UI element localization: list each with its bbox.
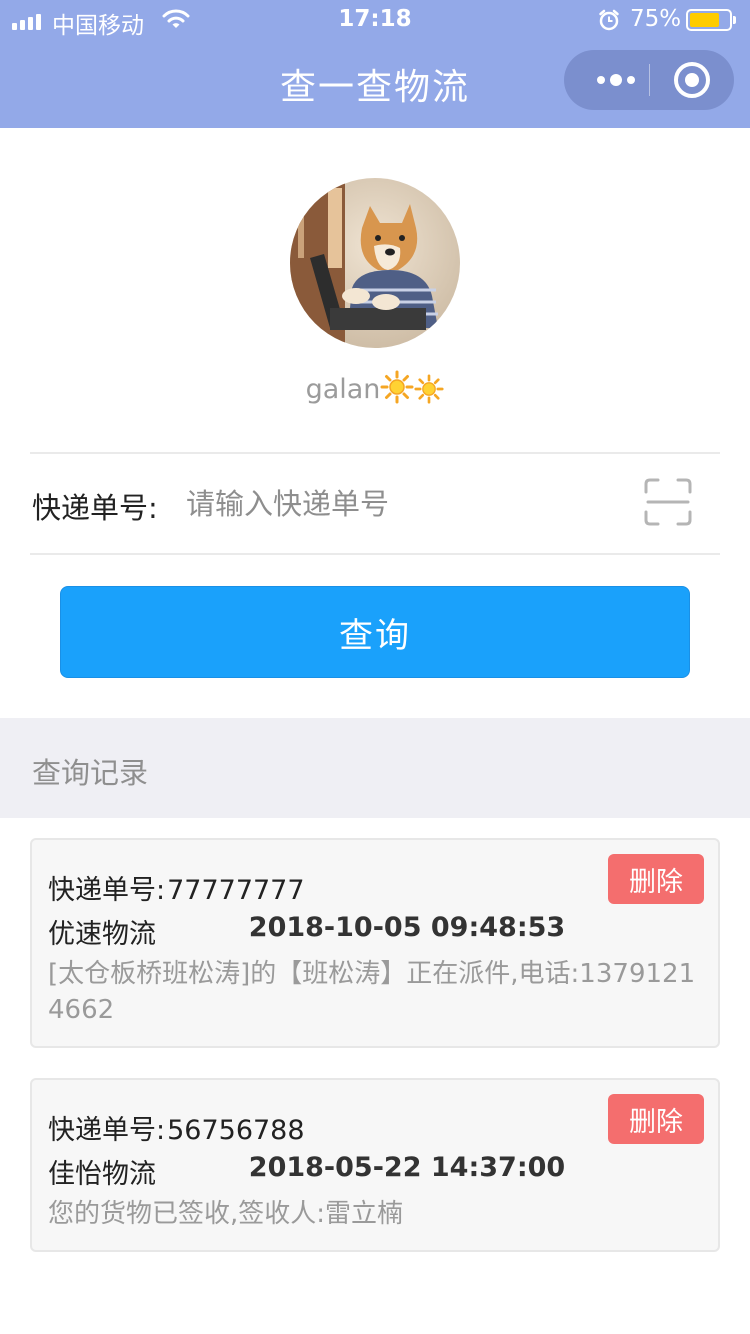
sun-icon xyxy=(380,370,414,404)
record-number-label: 快递单号: xyxy=(48,1115,166,1146)
nav-bar: 中国移动 17:18 75% 查一查物流 xyxy=(0,0,750,128)
record-time: 2018-10-05 09:48:53 xyxy=(248,912,566,943)
tracking-number-label: 快递单号: xyxy=(32,491,158,525)
delete-button[interactable]: 删除 xyxy=(608,1094,704,1144)
username: galan xyxy=(0,370,750,405)
history-title: 查询记录 xyxy=(32,756,149,790)
battery-icon xyxy=(686,9,736,31)
history-record-card[interactable]: 快递单号:56756788 删除 佳怡物流 2018-05-22 14:37:0… xyxy=(30,1078,720,1252)
miniprogram-capsule xyxy=(564,50,734,110)
avatar xyxy=(290,178,460,348)
record-number-value: 56756788 xyxy=(167,1115,305,1146)
more-dots-icon[interactable] xyxy=(586,50,646,110)
history-section-header: 查询记录 xyxy=(0,718,750,818)
divider xyxy=(30,452,720,454)
capsule-divider xyxy=(649,64,650,96)
record-time: 2018-05-22 14:37:00 xyxy=(248,1152,566,1183)
avatar-image xyxy=(290,178,460,348)
scan-icon[interactable] xyxy=(644,478,692,526)
history-record-card[interactable]: 快递单号:77777777 删除 优速物流 2018-10-05 09:48:5… xyxy=(30,838,720,1048)
record-number-label: 快递单号: xyxy=(48,875,166,906)
record-number: 快递单号:77777777 xyxy=(48,868,305,907)
battery-fill xyxy=(690,13,719,27)
tracking-number-input[interactable] xyxy=(186,478,616,530)
record-status: 您的货物已签收,签收人:雷立楠 xyxy=(48,1199,404,1229)
record-number-value: 77777777 xyxy=(167,875,305,906)
record-number: 快递单号:56756788 xyxy=(48,1108,305,1147)
battery-percentage: 75% xyxy=(630,6,682,32)
status-bar: 中国移动 17:18 75% xyxy=(0,0,750,40)
divider xyxy=(30,553,720,555)
alarm-icon xyxy=(599,9,619,31)
username-text: galan xyxy=(305,374,381,405)
sun-icon xyxy=(414,374,444,404)
delete-button[interactable]: 删除 xyxy=(608,854,704,904)
query-button[interactable]: 查询 xyxy=(60,586,690,678)
close-miniprogram-icon[interactable] xyxy=(674,62,710,98)
record-status: [太仓板桥班松涛]的【班松涛】正在派件,电话:13791214662 xyxy=(48,959,696,1025)
